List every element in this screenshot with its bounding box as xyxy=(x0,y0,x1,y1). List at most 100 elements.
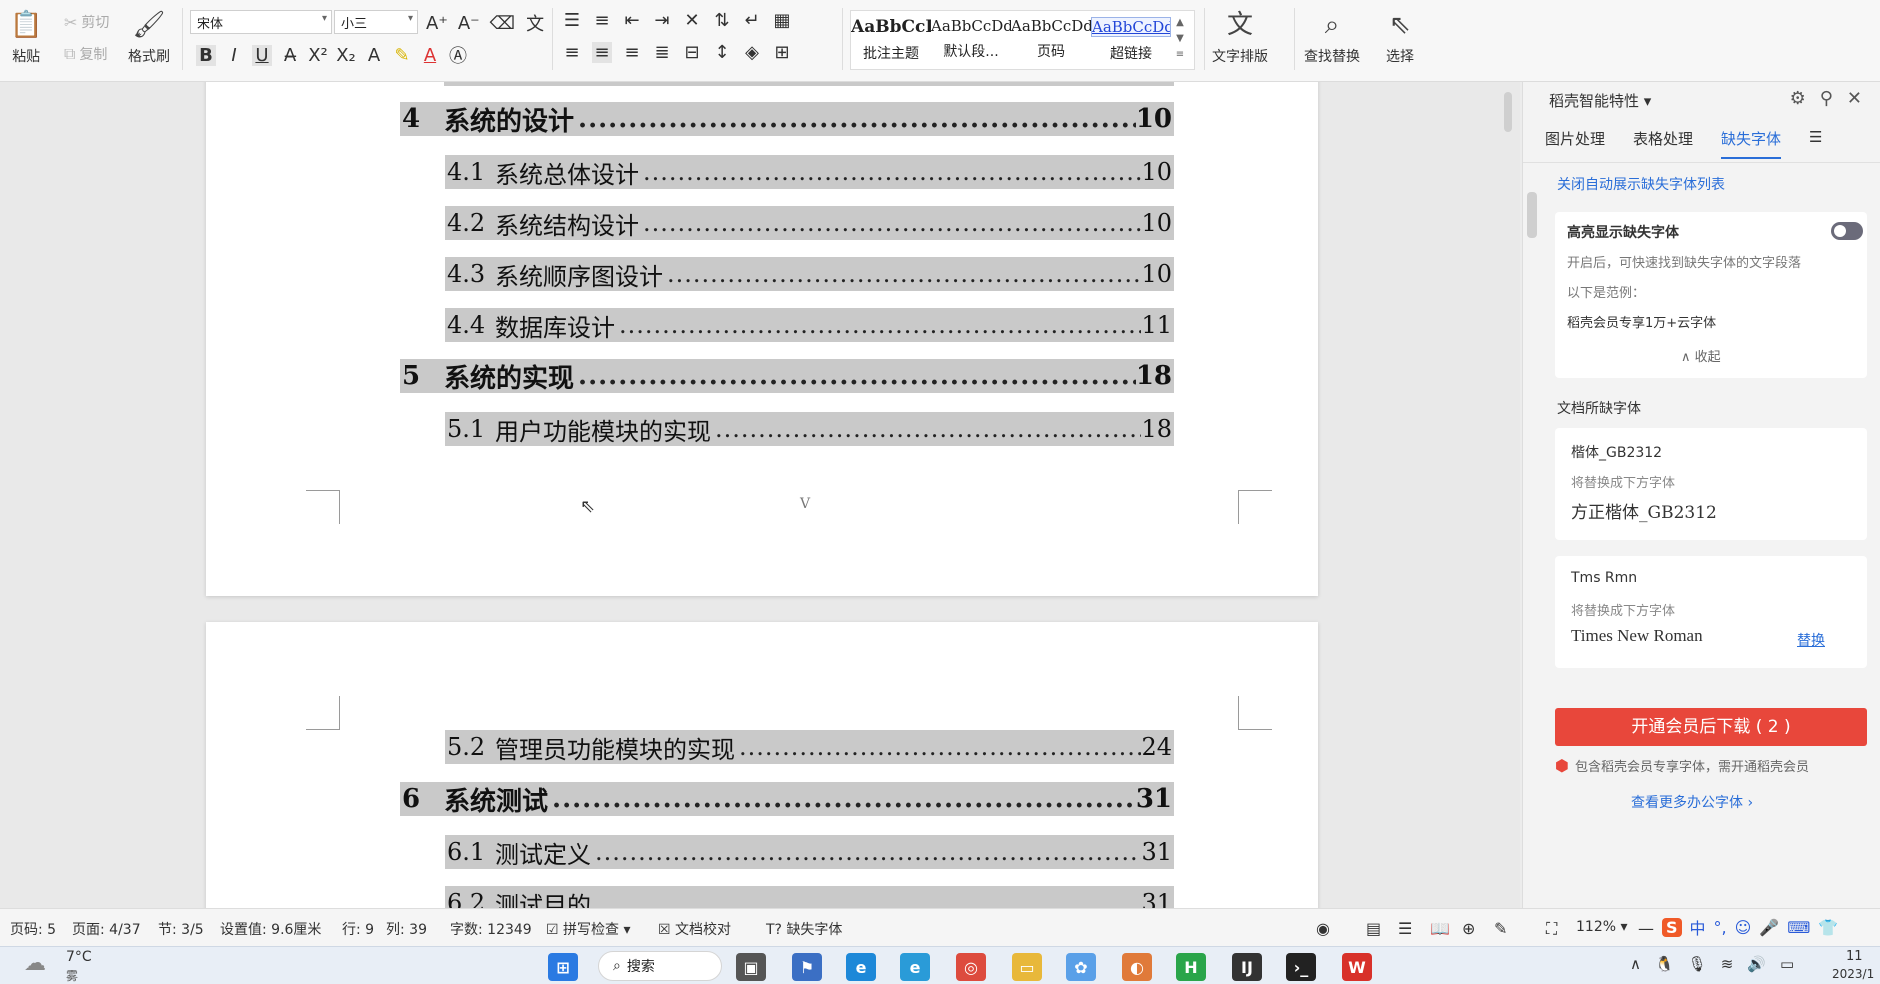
chrome-icon[interactable]: ◎ xyxy=(956,953,986,981)
mic-icon[interactable]: 🎤 xyxy=(1759,918,1779,937)
edge-icon[interactable]: e xyxy=(846,953,876,981)
style-scroll-arrows[interactable]: ▲ ▼ ≡ xyxy=(1171,11,1189,69)
toc-line[interactable]: 4.3 系统顺序图设计 ............................… xyxy=(445,257,1174,291)
toc-line[interactable]: 4.1 系统总体设计 .............................… xyxy=(445,155,1174,189)
style-item[interactable]: AaBbCcDd 页码 xyxy=(1011,11,1091,69)
side-panel-title[interactable]: 稻壳智能特性 ▾ xyxy=(1549,90,1651,111)
subscript-icon[interactable]: X₂ xyxy=(336,45,356,66)
cut-button[interactable]: ✂ 剪切 xyxy=(64,12,109,32)
superscript-icon[interactable]: X² xyxy=(308,45,328,66)
page-view-icon[interactable]: ▤ xyxy=(1366,919,1381,938)
spell-check-button[interactable]: ☑ 拼写检查 ▾ xyxy=(546,919,631,939)
status-word-count[interactable]: 字数: 12349 xyxy=(450,919,532,939)
toc-line[interactable]: 5.1 用户功能模块的实现 ..........................… xyxy=(445,412,1174,446)
replace-link[interactable]: 替换 xyxy=(1797,630,1825,650)
missing-font-button[interactable]: T? 缺失字体 xyxy=(766,919,842,939)
align-right-icon[interactable]: ≡ xyxy=(622,42,642,63)
toc-line[interactable]: 6 系统测试 .................................… xyxy=(400,782,1174,816)
style-item[interactable]: AaBbCcDd 超链接 xyxy=(1091,11,1171,69)
borders-icon[interactable]: ⊞ xyxy=(772,42,792,63)
select-button[interactable]: ⇖ 选择 xyxy=(1386,8,1414,66)
pen-icon[interactable]: ✎ xyxy=(1494,919,1507,938)
download-button[interactable]: 开通会员后下载 ( 2 ) xyxy=(1555,708,1867,746)
copy-button[interactable]: ⧉ 复制 xyxy=(64,44,107,64)
status-section[interactable]: 节: 3/5 xyxy=(158,919,204,939)
more-fonts-link[interactable]: 查看更多办公字体 › xyxy=(1631,792,1753,812)
terminal-icon[interactable]: ›_ xyxy=(1286,953,1316,981)
battery-icon[interactable]: ▭ xyxy=(1780,955,1794,973)
proofread-button[interactable]: ☒ 文档校对 xyxy=(658,919,731,939)
font-color-icon[interactable]: A xyxy=(420,45,440,66)
shrink-font-icon[interactable]: A⁻ xyxy=(458,13,480,34)
skin-icon[interactable]: 👕 xyxy=(1818,918,1838,937)
increase-indent-icon[interactable]: ⇥ xyxy=(652,10,672,31)
zoom-out-icon[interactable]: — xyxy=(1638,919,1654,938)
font-size-select[interactable]: 小三 ▾ xyxy=(334,10,418,34)
align-center-icon[interactable]: ≡ xyxy=(592,42,612,63)
wps-icon[interactable]: W xyxy=(1342,953,1372,981)
decrease-indent-icon[interactable]: ⇤ xyxy=(622,10,642,31)
zoom-select[interactable]: 112% ▾ xyxy=(1576,919,1628,935)
outline-view-icon[interactable]: ☰ xyxy=(1398,919,1412,938)
chinese-mode-icon[interactable]: 中 xyxy=(1690,915,1706,939)
italic-icon[interactable]: I xyxy=(224,45,244,66)
ie-icon[interactable]: e xyxy=(900,953,930,981)
align-left-icon[interactable]: ≡ xyxy=(562,42,582,63)
format-painter-button[interactable]: 🖌 格式刷 xyxy=(128,8,170,66)
menu-icon[interactable]: ☰ xyxy=(1809,128,1822,159)
highlight-toggle[interactable] xyxy=(1831,222,1863,240)
bullet-list-icon[interactable]: ☰ xyxy=(562,10,582,31)
volume-icon[interactable]: 🔊 xyxy=(1747,955,1766,973)
phonetic-icon[interactable]: 文 xyxy=(525,10,545,36)
gear-icon[interactable]: ⚙ xyxy=(1790,88,1806,109)
toc-line[interactable]: 6.2 测试目的 ...............................… xyxy=(445,886,1174,908)
pin-icon[interactable]: ⚲ xyxy=(1820,88,1833,109)
sort-icon[interactable]: ⇅ xyxy=(712,10,732,31)
numbered-list-icon[interactable]: ≡ xyxy=(592,10,612,31)
line-spacing-icon[interactable]: ↕ xyxy=(712,42,732,63)
highlight-icon[interactable]: ✎ xyxy=(392,45,412,66)
style-item[interactable]: AaBbCcI 批注主题 xyxy=(851,11,931,69)
close-auto-show-link[interactable]: 关闭自动展示缺失字体列表 xyxy=(1557,174,1725,194)
status-row[interactable]: 行: 9 xyxy=(342,919,374,939)
tab-table[interactable]: 表格处理 xyxy=(1633,128,1693,159)
collapse-button[interactable]: ∧ 收起 xyxy=(1681,346,1721,365)
clock-time[interactable]: 11 xyxy=(1846,949,1863,964)
sogou-icon[interactable]: S xyxy=(1662,917,1682,937)
taskbar-search[interactable]: ⌕ 搜索 xyxy=(598,951,722,981)
web-view-icon[interactable]: ⊕ xyxy=(1462,919,1475,938)
app-icon[interactable]: ◐ xyxy=(1122,953,1152,981)
document-area[interactable]: 4 系统的设计 ................................… xyxy=(0,82,1520,908)
status-page-code[interactable]: 页码: 5 xyxy=(10,919,56,939)
qq-icon[interactable]: 🐧 xyxy=(1655,955,1674,973)
hbuilder-icon[interactable]: H xyxy=(1176,953,1206,981)
emoji-icon[interactable]: ☺ xyxy=(1735,918,1752,937)
keyboard-icon[interactable]: ⌨ xyxy=(1787,918,1810,937)
task-view-icon[interactable]: ▣ xyxy=(736,953,766,981)
toc-line[interactable]: 4.2 系统结构设计 .............................… xyxy=(445,206,1174,240)
status-setting[interactable]: 设置值: 9.6厘米 xyxy=(220,919,321,939)
toc-line[interactable]: 6.1 测试定义 ...............................… xyxy=(445,835,1174,869)
eye-icon[interactable]: ◉ xyxy=(1316,919,1330,938)
grow-font-icon[interactable]: A⁺ xyxy=(426,13,448,34)
strikethrough-icon[interactable]: A̶ xyxy=(280,45,300,66)
bold-icon[interactable]: B xyxy=(196,44,216,66)
underline-icon[interactable]: U xyxy=(252,44,272,66)
char-border-icon[interactable]: Ⓐ xyxy=(448,42,468,68)
app-icon[interactable]: ⚑ xyxy=(792,953,822,981)
panel-scrollbar-thumb[interactable] xyxy=(1527,192,1537,238)
paste-button[interactable]: 📋 粘贴 xyxy=(10,8,42,66)
wifi-icon[interactable]: ≋ xyxy=(1721,955,1734,973)
windows-start-icon[interactable]: ⊞ xyxy=(548,953,578,981)
shading-icon[interactable]: ◈ xyxy=(742,42,762,63)
punctuation-icon[interactable]: °, xyxy=(1714,918,1727,937)
fit-icon[interactable]: ⛶ xyxy=(1546,919,1557,939)
distribute-icon[interactable]: ⊟ xyxy=(682,42,702,63)
reading-view-icon[interactable]: 📖 xyxy=(1430,919,1450,938)
justify-icon[interactable]: ≣ xyxy=(652,42,672,63)
text-layout-button[interactable]: 文 文字排版 xyxy=(1212,8,1268,66)
intellij-icon[interactable]: IJ xyxy=(1232,953,1262,981)
mic-icon[interactable]: 🎙 xyxy=(1688,955,1707,973)
page-2[interactable]: 5.2 管理员功能模块的实现 .........................… xyxy=(206,622,1318,908)
chevron-up-icon[interactable]: ∧ xyxy=(1630,955,1641,973)
